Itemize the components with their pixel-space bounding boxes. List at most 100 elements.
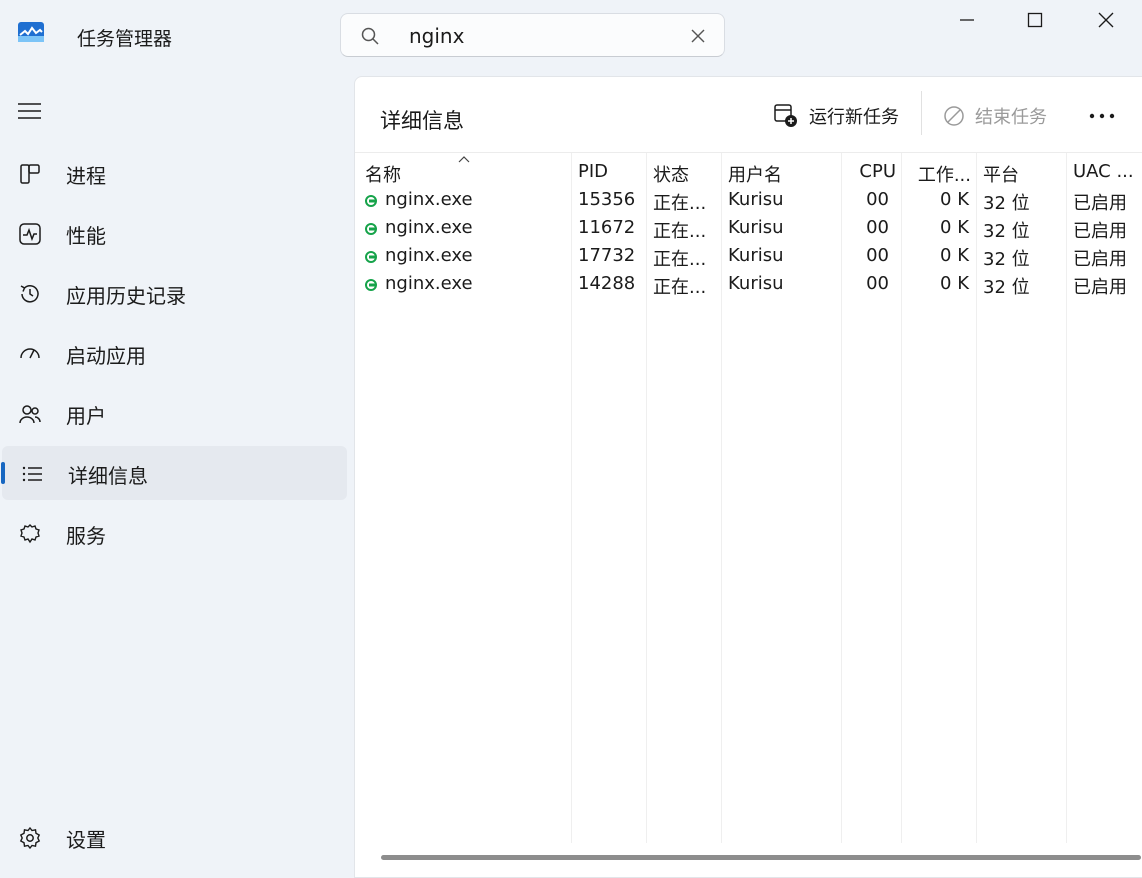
app-title: 任务管理器: [77, 28, 173, 50]
process-icon: [365, 195, 377, 207]
process-name: nginx.exe: [385, 217, 473, 238]
process-icon: [365, 223, 377, 235]
minimize-icon: [960, 19, 974, 21]
sidebar-item-label: 用户: [66, 404, 106, 428]
details-panel: 详细信息 运行新任务 结束任务 名称 PID 状态 用户名 CPU 工作... …: [354, 76, 1142, 878]
process-platform: 32 位: [983, 277, 1030, 298]
sidebar-item-label: 进程: [66, 164, 106, 188]
process-platform: 32 位: [983, 221, 1030, 242]
toolbar-divider: [921, 91, 922, 135]
sidebar-item-label: 服务: [66, 524, 106, 548]
close-button[interactable]: [1071, 0, 1141, 40]
process-icon: [365, 279, 377, 291]
title-bar: 任务管理器 nginx: [0, 0, 1142, 72]
users-icon: [19, 405, 41, 424]
details-table: 名称 PID 状态 用户名 CPU 工作... 平台 UAC ... nginx…: [355, 152, 1142, 843]
process-platform: 32 位: [983, 249, 1030, 270]
run-new-task-button[interactable]: 运行新任务: [773, 101, 899, 131]
search-input[interactable]: nginx: [409, 24, 464, 48]
column-header-uac[interactable]: UAC ...: [1073, 161, 1134, 182]
column-header-name[interactable]: 名称: [365, 161, 401, 187]
column-header-memory[interactable]: 工作...: [905, 161, 971, 187]
page-title: 详细信息: [380, 109, 464, 133]
hamburger-icon: [18, 103, 41, 119]
process-cpu: 00: [866, 189, 889, 210]
maximize-button[interactable]: [1000, 0, 1070, 40]
table-row[interactable]: nginx.exe 15356 正在... Kurisu 00 0 K 32 位…: [355, 187, 1142, 215]
sort-ascending-icon: [458, 156, 470, 163]
task-manager-app-icon: [18, 22, 44, 42]
process-memory: 0 K: [940, 189, 969, 210]
column-header-platform[interactable]: 平台: [983, 161, 1019, 187]
process-platform: 32 位: [983, 193, 1030, 214]
sidebar-item-processes[interactable]: 进程: [0, 146, 347, 200]
sidebar-item-services[interactable]: 服务: [0, 506, 347, 560]
gear-icon: [19, 826, 41, 850]
sidebar-item-details[interactable]: 详细信息: [1, 446, 347, 500]
process-memory: 0 K: [940, 273, 969, 294]
clear-search-icon[interactable]: [690, 28, 706, 44]
sidebar-item-label: 性能: [66, 224, 106, 248]
sidebar-item-startup-apps[interactable]: 启动应用: [0, 326, 347, 380]
column-header-pid[interactable]: PID: [578, 161, 608, 182]
process-memory: 0 K: [940, 217, 969, 238]
end-task-button[interactable]: 结束任务: [943, 101, 1047, 131]
services-icon: [20, 524, 40, 544]
end-task-label: 结束任务: [975, 107, 1047, 128]
search-icon: [361, 27, 379, 45]
process-name: nginx.exe: [385, 273, 473, 294]
process-user: Kurisu: [728, 189, 784, 210]
column-header-status[interactable]: 状态: [653, 161, 689, 187]
performance-icon: [19, 223, 41, 245]
sidebar-item-label: 应用历史记录: [66, 284, 186, 308]
process-icon: [365, 251, 377, 263]
process-cpu: 00: [866, 245, 889, 266]
process-user: Kurisu: [728, 217, 784, 238]
horizontal-scrollbar[interactable]: [381, 855, 1141, 860]
more-icon: [1089, 113, 1115, 119]
app-history-icon: [20, 285, 39, 303]
table-row[interactable]: nginx.exe 11672 正在... Kurisu 00 0 K 32 位…: [355, 215, 1142, 243]
run-new-task-label: 运行新任务: [809, 107, 899, 128]
process-status: 正在...: [653, 249, 707, 270]
run-new-task-icon: [774, 104, 797, 127]
process-pid: 11672: [578, 217, 636, 238]
sidebar-item-users[interactable]: 用户: [0, 386, 347, 440]
process-uac: 已启用: [1073, 193, 1127, 214]
process-uac: 已启用: [1073, 221, 1127, 242]
process-memory: 0 K: [940, 245, 969, 266]
minimize-button[interactable]: [932, 0, 1002, 40]
column-header-username[interactable]: 用户名: [728, 161, 782, 187]
processes-icon: [20, 164, 40, 184]
process-user: Kurisu: [728, 273, 784, 294]
process-uac: 已启用: [1073, 249, 1127, 270]
more-options-button[interactable]: [1080, 101, 1124, 131]
process-status: 正在...: [653, 277, 707, 298]
process-user: Kurisu: [728, 245, 784, 266]
process-pid: 17732: [578, 245, 636, 266]
details-icon: [22, 466, 42, 482]
process-cpu: 00: [866, 217, 889, 238]
sidebar-item-label: 启动应用: [66, 344, 146, 368]
process-name: nginx.exe: [385, 245, 473, 266]
process-name: nginx.exe: [385, 189, 473, 210]
maximize-icon: [1027, 12, 1043, 28]
sidebar-item-label: 设置: [66, 828, 106, 852]
close-icon: [1098, 12, 1114, 28]
active-indicator: [1, 462, 5, 484]
process-pid: 15356: [578, 189, 636, 210]
table-row[interactable]: nginx.exe 17732 正在... Kurisu 00 0 K 32 位…: [355, 243, 1142, 271]
process-status: 正在...: [653, 193, 707, 214]
startup-apps-icon: [20, 348, 40, 359]
hamburger-menu-button[interactable]: [12, 93, 48, 129]
sidebar-item-app-history[interactable]: 应用历史记录: [0, 266, 347, 320]
end-task-icon: [944, 106, 964, 126]
column-header-cpu[interactable]: CPU: [845, 161, 896, 182]
sidebar-item-settings[interactable]: 设置: [0, 810, 347, 864]
process-uac: 已启用: [1073, 277, 1127, 298]
table-row[interactable]: nginx.exe 14288 正在... Kurisu 00 0 K 32 位…: [355, 271, 1142, 299]
process-status: 正在...: [653, 221, 707, 242]
search-box[interactable]: nginx: [340, 13, 725, 57]
process-cpu: 00: [866, 273, 889, 294]
sidebar-item-performance[interactable]: 性能: [0, 206, 347, 260]
